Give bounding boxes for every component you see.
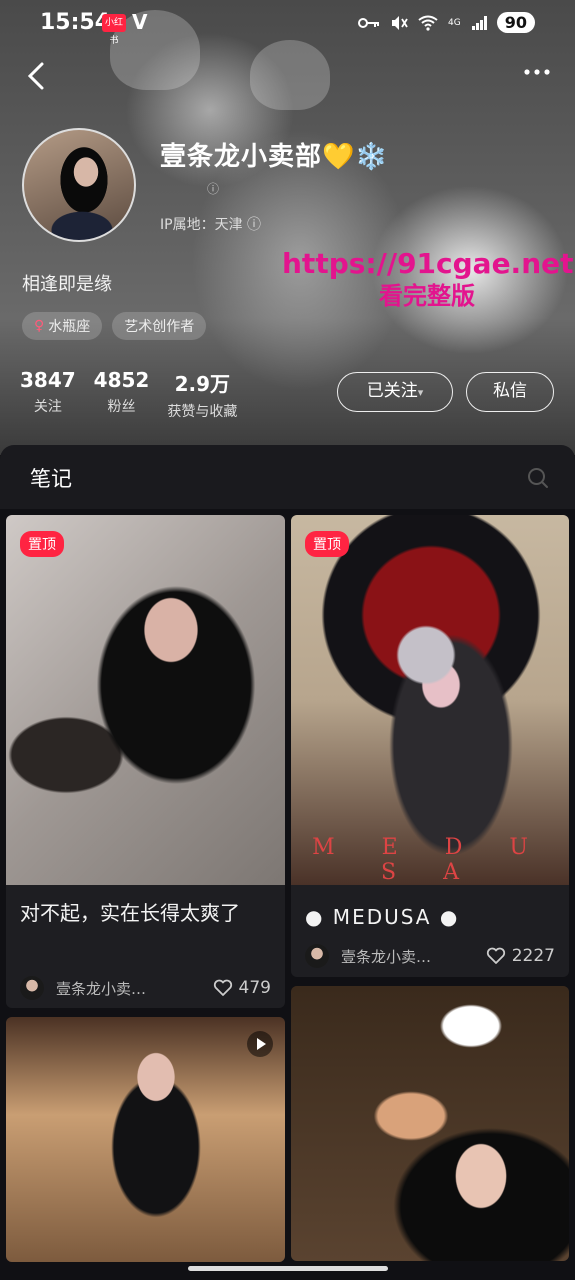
avatar[interactable] — [22, 128, 136, 242]
battery-indicator: 90 — [496, 12, 535, 33]
note-cover-image — [291, 986, 569, 1261]
author-name[interactable]: 壹条龙小卖… — [56, 978, 213, 999]
key-icon — [358, 17, 380, 28]
status-time: 15:54 — [40, 10, 111, 35]
stat-label: 关注 — [33, 399, 62, 415]
note-card[interactable] — [6, 1017, 285, 1262]
wifi-icon — [418, 15, 438, 31]
tab-notes[interactable]: 笔记 — [30, 463, 72, 493]
notes-header: 笔记 — [0, 445, 575, 509]
follow-button[interactable]: 已关注▾ — [337, 372, 453, 412]
chevron-down-icon: ▾ — [417, 386, 424, 399]
signal-icon — [471, 15, 487, 30]
stat-label: 粉丝 — [107, 399, 136, 415]
status-icons: 4G 90 — [358, 12, 535, 33]
stat-followers[interactable]: 4852 粉丝 — [94, 368, 150, 421]
background-decoration — [250, 40, 330, 110]
home-indicator — [188, 1266, 388, 1271]
tag-zodiac: ♀ 水瓶座 — [22, 312, 103, 340]
note-cover-image — [6, 1017, 285, 1262]
pinned-badge: 置顶 — [20, 531, 64, 557]
profile-tags: ♀ 水瓶座 艺术创作者 — [22, 312, 207, 340]
stat-likes[interactable]: 2.9万 获赞与收藏 — [167, 368, 237, 421]
stat-value: 3847 — [20, 368, 76, 392]
tag-label: 艺术创作者 — [124, 319, 195, 335]
note-cover-image — [6, 515, 285, 885]
profile-header: 15:54 小红书 V 4G 90 壹条龙小卖部💛❄️ ⓘ IP属地：天津 ⓘ … — [0, 0, 575, 455]
cover-overlay-text: M E D U S A — [312, 835, 548, 885]
profile-name: 壹条龙小卖部💛❄️ — [160, 142, 389, 172]
watermark-text: 看完整版 — [379, 282, 475, 310]
heart-icon[interactable] — [213, 979, 233, 997]
stat-value: 4852 — [93, 368, 150, 392]
ip-location: IP属地：天津 ⓘ — [160, 217, 262, 233]
watermark-url: https://91cgae.net — [282, 247, 574, 280]
mute-icon — [392, 15, 408, 30]
message-button[interactable]: 私信 — [466, 372, 554, 412]
note-title: ● MEDUSA ● — [305, 905, 460, 929]
notes-feed: 置顶 对不起，实在长得太爽了 壹条龙小卖… 479 M E D U S A 置顶… — [0, 509, 575, 1280]
stat-value: 2.9万 — [174, 372, 231, 396]
note-card[interactable] — [291, 986, 569, 1261]
note-title: 对不起，实在长得太爽了 — [20, 901, 240, 925]
search-icon[interactable] — [527, 467, 549, 489]
tag-label: 水瓶座 — [48, 319, 91, 335]
female-icon: ♀ — [34, 318, 45, 334]
profile-stats: 3847 关注 4852 粉丝 2.9万 获赞与收藏 — [20, 368, 237, 421]
watermark: https://91cgae.net 看完整版 — [282, 247, 574, 312]
tag-occupation: 艺术创作者 — [112, 312, 207, 340]
profile-bio: 相逢即是缘 — [22, 274, 112, 295]
info-icon[interactable]: ⓘ — [207, 180, 219, 197]
stat-label: 获赞与收藏 — [167, 404, 238, 420]
network-type: 4G — [448, 17, 461, 28]
author-avatar[interactable] — [305, 944, 329, 968]
like-count: 2227 — [511, 946, 555, 966]
author-name[interactable]: 壹条龙小卖… — [341, 946, 486, 967]
pinned-badge: 置顶 — [305, 531, 349, 557]
status-bar: 15:54 小红书 V 4G 90 — [0, 0, 575, 50]
like-count: 479 — [238, 978, 271, 998]
note-meta: 壹条龙小卖… 2227 — [305, 943, 555, 969]
back-icon[interactable] — [22, 58, 52, 94]
heart-icon[interactable] — [486, 947, 506, 965]
note-card[interactable]: M E D U S A 置顶 ● MEDUSA ● 壹条龙小卖… 2227 — [291, 515, 569, 977]
status-v-icon: V — [132, 10, 148, 34]
stat-following[interactable]: 3847 关注 — [20, 368, 76, 421]
more-options-icon[interactable] — [521, 58, 553, 86]
note-card[interactable]: 置顶 对不起，实在长得太爽了 壹条龙小卖… 479 — [6, 515, 285, 1008]
note-meta: 壹条龙小卖… 479 — [20, 975, 271, 1001]
follow-label: 已关注 — [366, 381, 418, 401]
note-cover-image: M E D U S A — [291, 515, 569, 885]
author-avatar[interactable] — [20, 976, 44, 1000]
app-notification-badge: 小红书 — [102, 14, 126, 46]
play-icon — [247, 1031, 273, 1057]
